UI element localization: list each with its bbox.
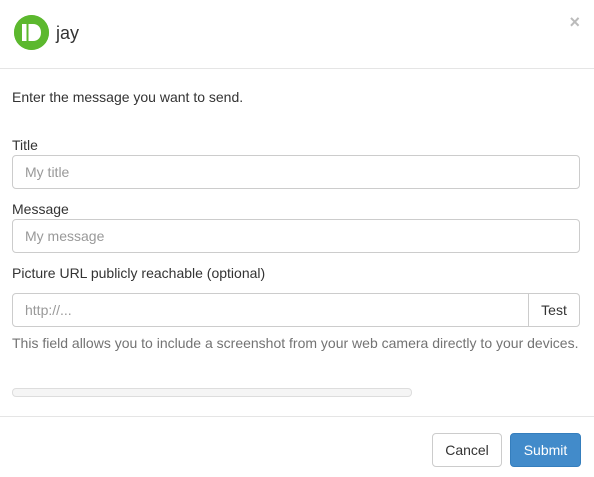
picture-url-label: Picture URL publicly reachable (optional… bbox=[12, 265, 266, 281]
message-input[interactable] bbox=[12, 219, 580, 253]
dialog-footer: Cancel Submit bbox=[0, 416, 594, 477]
help-text: This field allows you to include a scree… bbox=[12, 335, 579, 351]
dialog-body: Enter the message you want to send. Titl… bbox=[0, 69, 594, 416]
picture-url-group: Test bbox=[12, 293, 580, 327]
dialog-header: jay × bbox=[0, 0, 594, 69]
message-label: Message bbox=[12, 201, 69, 217]
cancel-button[interactable]: Cancel bbox=[432, 433, 502, 467]
close-icon[interactable]: × bbox=[569, 12, 580, 32]
device-name: jay bbox=[56, 23, 80, 43]
title-label: Title bbox=[12, 137, 38, 153]
title-input[interactable] bbox=[12, 155, 580, 189]
upload-progress-bar bbox=[12, 388, 412, 397]
submit-button[interactable]: Submit bbox=[510, 433, 581, 467]
intro-text: Enter the message you want to send. bbox=[12, 89, 244, 105]
pushbullet-logo-icon bbox=[14, 15, 49, 50]
picture-url-input[interactable] bbox=[12, 293, 529, 327]
send-message-dialog: jay × Enter the message you want to send… bbox=[0, 0, 594, 477]
test-button[interactable]: Test bbox=[528, 293, 580, 327]
